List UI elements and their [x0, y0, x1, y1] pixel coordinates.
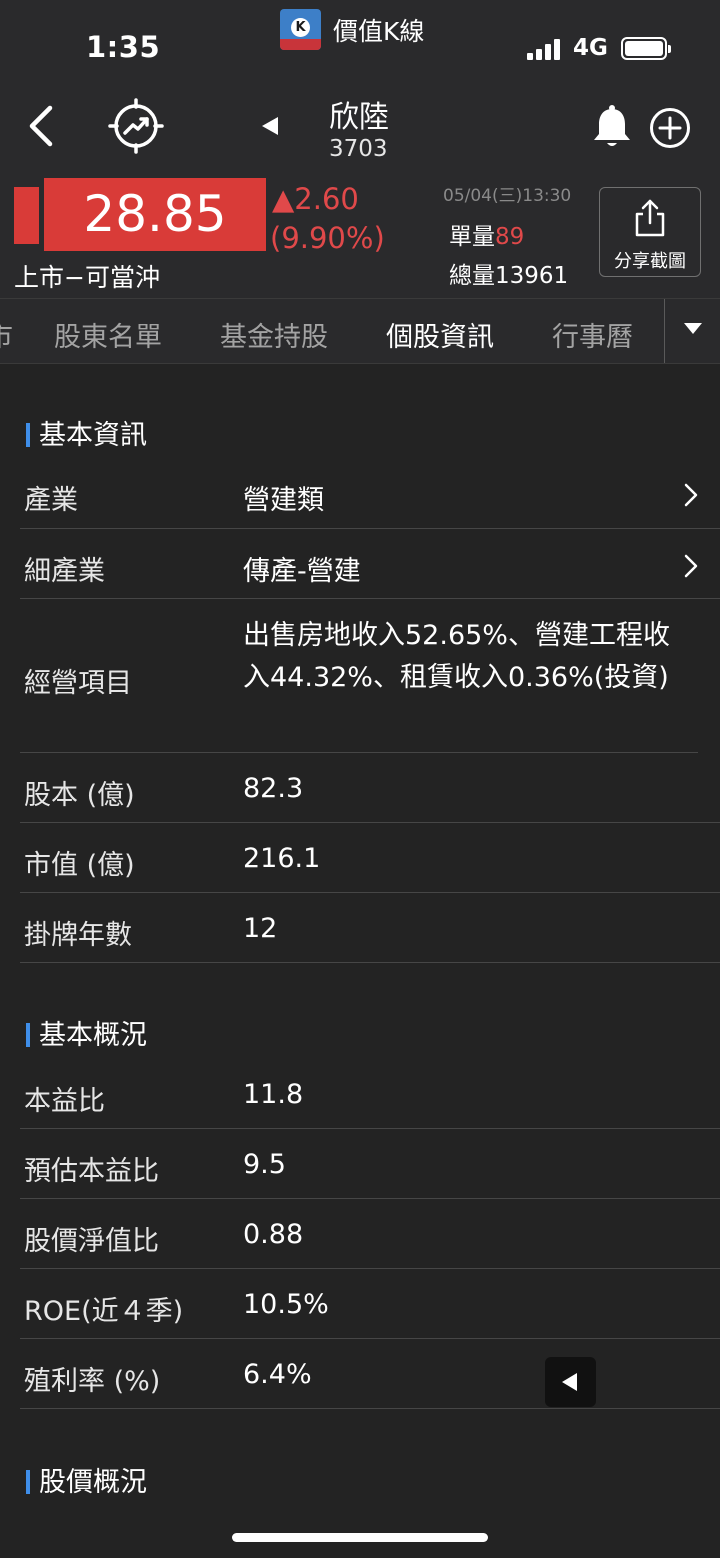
divider: [20, 528, 720, 529]
row-label-pb: 股價淨值比: [24, 1226, 159, 1257]
row-value-yield: 6.4%: [243, 1359, 312, 1390]
network-type: 4G: [573, 35, 608, 61]
tab-shareholders[interactable]: 股東名單: [54, 315, 162, 354]
row-value-business: 出售房地收入52.65%、營建工程收入44.32%、租賃收入0.36%(投資): [243, 620, 670, 693]
listing-status: 上市−可當沖: [14, 263, 160, 292]
stock-code: 3703: [329, 136, 388, 162]
share-screenshot-button[interactable]: 分享截圖: [599, 187, 701, 277]
section-title-basic-info: 基本資訊: [39, 420, 147, 451]
row-label-industry: 產業: [24, 485, 78, 516]
back-icon[interactable]: [22, 104, 62, 148]
row-label-capital: 股本 (億): [24, 780, 135, 811]
row-label-sub-industry: 細產業: [24, 556, 105, 587]
total-volume: 總量13961: [449, 256, 568, 290]
app-logo-letter: K: [291, 18, 310, 37]
price-change-pct: (9.90%): [270, 221, 385, 255]
single-volume-value: 89: [495, 224, 525, 250]
bell-icon[interactable]: [589, 104, 635, 150]
divider: [20, 752, 698, 753]
divider: [20, 892, 720, 893]
row-label-market-cap: 市值 (億): [24, 850, 135, 881]
row-value-industry[interactable]: 營建類: [243, 478, 324, 517]
divider: [20, 1408, 720, 1409]
divider: [20, 962, 720, 963]
section-basic-info: 基本資訊: [26, 413, 147, 452]
battery-icon: [621, 37, 671, 60]
row-value-pb: 0.88: [243, 1219, 304, 1250]
row-value-forward-pe: 9.5: [243, 1149, 286, 1180]
divider: [20, 1128, 720, 1129]
total-volume-value: 13961: [495, 263, 569, 289]
row-label-listed-years: 掛牌年數: [24, 920, 132, 951]
row-value-market-cap: 216.1: [243, 843, 321, 874]
tab-stock-info[interactable]: 個股資訊: [386, 315, 494, 354]
tab-calendar[interactable]: 行事曆: [552, 315, 633, 354]
collapse-icon[interactable]: [545, 1357, 596, 1407]
section-overview: 基本概況: [26, 1013, 147, 1052]
status-time: 1:35: [86, 30, 161, 64]
signal-icon: [527, 38, 563, 60]
row-label-business: 經營項目: [24, 668, 132, 699]
section-title-overview: 基本概況: [39, 1020, 147, 1051]
divider: [20, 1268, 720, 1269]
row-value-listed-years: 12: [243, 913, 278, 944]
row-value-capital: 82.3: [243, 773, 304, 804]
app-logo-icon: K: [280, 9, 321, 50]
chevron-right-icon[interactable]: [684, 554, 698, 578]
row-label-forward-pe: 預估本益比: [24, 1156, 159, 1187]
row-label-pe: 本益比: [24, 1086, 105, 1117]
chevron-right-icon[interactable]: [684, 483, 698, 507]
divider: [20, 1198, 720, 1199]
tab-divider: [664, 299, 665, 363]
single-volume-label: 單量: [449, 224, 495, 250]
row-label-yield: 殖利率 (%): [24, 1366, 161, 1397]
row-value-roe: 10.5%: [243, 1289, 329, 1320]
dropdown-icon[interactable]: [684, 323, 702, 334]
prev-stock-icon[interactable]: [258, 113, 280, 139]
tab-bar: 市 股東名單 基金持股 個股資訊 行事曆: [0, 298, 720, 364]
single-volume: 單量89: [449, 217, 524, 251]
row-value-sub-industry[interactable]: 傳產-營建: [243, 549, 361, 588]
share-label: 分享截圖: [614, 251, 686, 272]
price-indicator: [14, 187, 39, 244]
home-indicator[interactable]: [232, 1533, 488, 1542]
share-icon: [635, 199, 665, 237]
divider: [20, 822, 720, 823]
tab-fund-holdings[interactable]: 基金持股: [220, 315, 328, 354]
section-price-overview: 股價概況: [26, 1460, 147, 1499]
current-price: 28.85: [44, 178, 266, 251]
row-label-roe: ROE(近４季): [24, 1296, 184, 1327]
app-name: 價值K線: [333, 17, 425, 46]
row-value-pe: 11.8: [243, 1079, 304, 1110]
total-volume-label: 總量: [449, 263, 495, 289]
stock-name: 欣陸: [329, 100, 389, 135]
trend-chart-icon[interactable]: [108, 98, 164, 154]
divider: [20, 598, 720, 599]
divider: [20, 1338, 720, 1339]
quote-datetime: 05/04(三)13:30: [443, 186, 572, 206]
section-title-price-overview: 股價概況: [39, 1467, 147, 1498]
tab-partial[interactable]: 市: [0, 315, 13, 354]
add-icon[interactable]: [648, 106, 692, 150]
header-panel: 1:35 K 價值K線 4G 欣陸 3703 28.85 ▲2.60 (9.90…: [0, 0, 720, 298]
price-change: ▲2.60: [272, 182, 359, 216]
